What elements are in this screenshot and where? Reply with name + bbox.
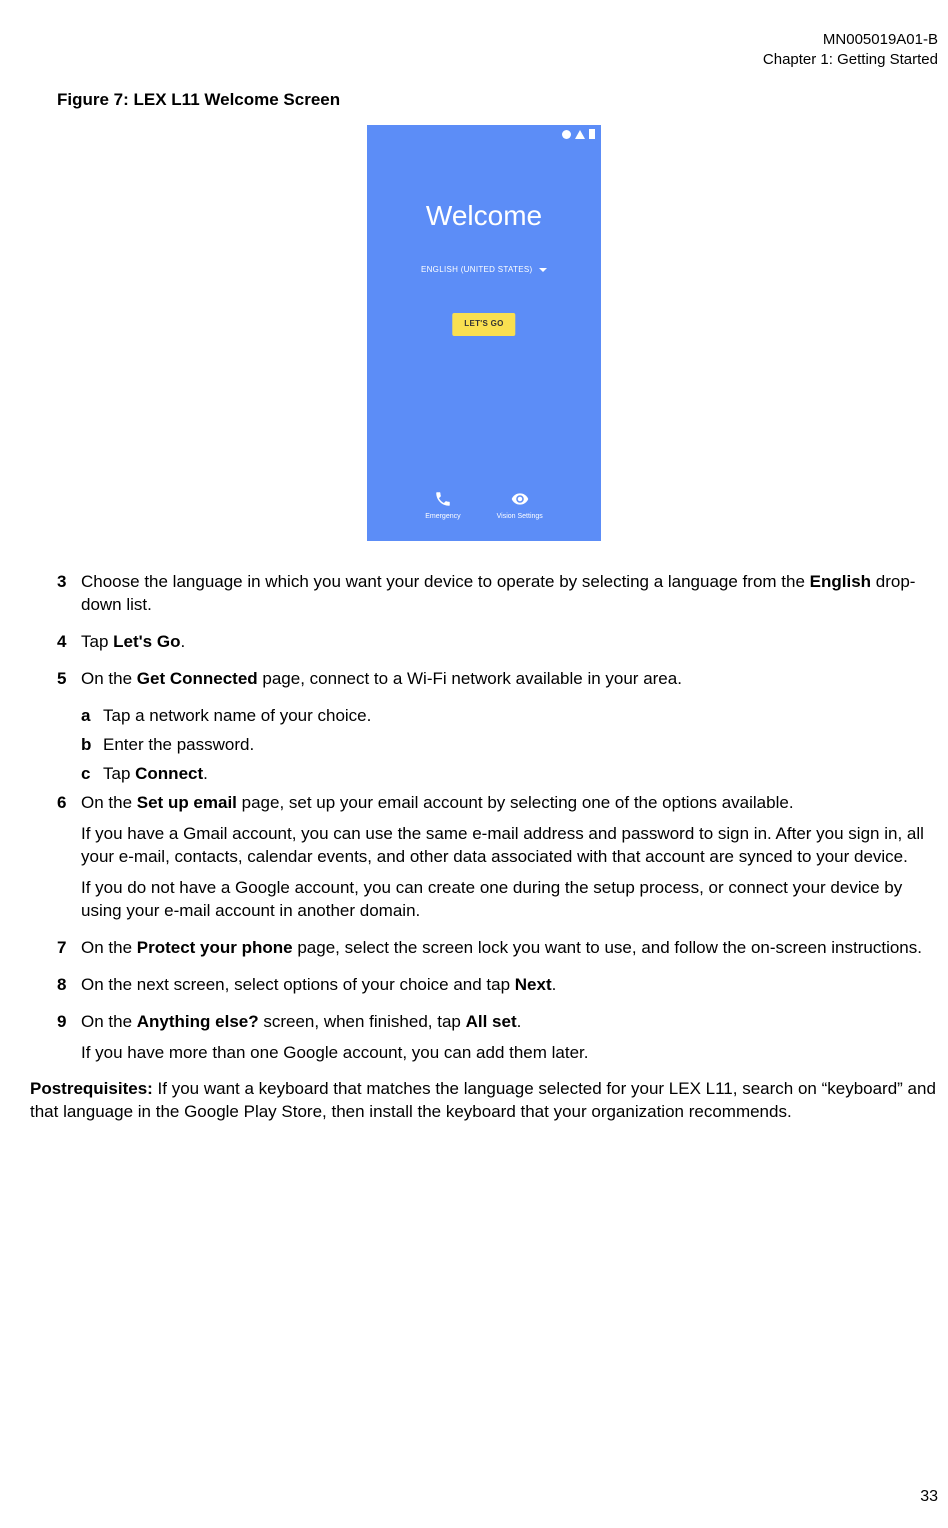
eye-icon — [511, 490, 529, 508]
emergency-label: Emergency — [425, 512, 460, 521]
page-number: 33 — [920, 1486, 938, 1508]
vision-settings-button[interactable]: Vision Settings — [497, 490, 543, 521]
bottom-actions: Emergency Vision Settings — [367, 490, 601, 521]
substep-body: Enter the password. — [103, 734, 938, 757]
status-bar — [562, 129, 595, 139]
substep-5c: c Tap Connect. — [81, 763, 938, 786]
substep-letter: c — [81, 763, 103, 786]
chapter-title: Chapter 1: Getting Started — [30, 50, 938, 70]
figure-caption: Figure 7: LEX L11 Welcome Screen — [57, 89, 938, 112]
content: 3 Choose the language in which you want … — [30, 571, 938, 1124]
step-3: 3 Choose the language in which you want … — [57, 571, 938, 625]
step-body: On the next screen, select options of yo… — [81, 974, 938, 1005]
step-4: 4 Tap Let's Go. — [57, 631, 938, 662]
substep-5b: b Enter the password. — [81, 734, 938, 757]
step-body: On the Set up email page, set up your em… — [81, 792, 938, 931]
step-9: 9 On the Anything else? screen, when fin… — [57, 1011, 938, 1073]
battery-icon — [589, 129, 595, 139]
substep-letter: a — [81, 705, 103, 728]
figure-container: Welcome ENGLISH (UNITED STATES) LET'S GO… — [30, 125, 938, 541]
phone-screenshot: Welcome ENGLISH (UNITED STATES) LET'S GO… — [367, 125, 601, 541]
step-7: 7 On the Protect your phone page, select… — [57, 937, 938, 968]
step-body: Choose the language in which you want yo… — [81, 571, 938, 625]
signal-icon — [575, 130, 585, 139]
step-6-para3: If you do not have a Google account, you… — [81, 877, 933, 923]
substep-letter: b — [81, 734, 103, 757]
page-header: MN005019A01-B Chapter 1: Getting Started — [30, 30, 938, 71]
step-number: 4 — [57, 631, 81, 662]
emergency-button[interactable]: Emergency — [425, 490, 460, 521]
step-number: 7 — [57, 937, 81, 968]
step-body: Tap Let's Go. — [81, 631, 938, 662]
step-9-para2: If you have more than one Google account… — [81, 1042, 933, 1065]
step-body: On the Anything else? screen, when finis… — [81, 1011, 938, 1073]
postreq-label: Postrequisites: — [30, 1079, 153, 1098]
step-body: On the Protect your phone page, select t… — [81, 937, 938, 968]
step-number: 9 — [57, 1011, 81, 1073]
vision-label: Vision Settings — [497, 512, 543, 521]
step-5: 5 On the Get Connected page, connect to … — [57, 668, 938, 699]
postrequisites: Postrequisites: If you want a keyboard t… — [30, 1078, 938, 1124]
step-6: 6 On the Set up email page, set up your … — [57, 792, 938, 931]
step-number: 8 — [57, 974, 81, 1005]
step-8: 8 On the next screen, select options of … — [57, 974, 938, 1005]
phone-icon — [434, 490, 452, 508]
language-dropdown[interactable]: ENGLISH (UNITED STATES) — [367, 265, 601, 276]
step-number: 6 — [57, 792, 81, 931]
doc-id: MN005019A01-B — [30, 30, 938, 50]
step-6-para2: If you have a Gmail account, you can use… — [81, 823, 933, 869]
postreq-text: If you want a keyboard that matches the … — [30, 1079, 936, 1121]
step-number: 5 — [57, 668, 81, 699]
language-label: ENGLISH (UNITED STATES) — [421, 265, 533, 274]
substep-body: Tap a network name of your choice. — [103, 705, 938, 728]
chevron-down-icon — [539, 268, 547, 272]
welcome-title: Welcome — [367, 197, 601, 235]
substep-body: Tap Connect. — [103, 763, 938, 786]
status-icon — [562, 130, 571, 139]
lets-go-button[interactable]: LET'S GO — [452, 313, 515, 336]
step-body: On the Get Connected page, connect to a … — [81, 668, 938, 699]
substep-5a: a Tap a network name of your choice. — [81, 705, 938, 728]
step-number: 3 — [57, 571, 81, 625]
